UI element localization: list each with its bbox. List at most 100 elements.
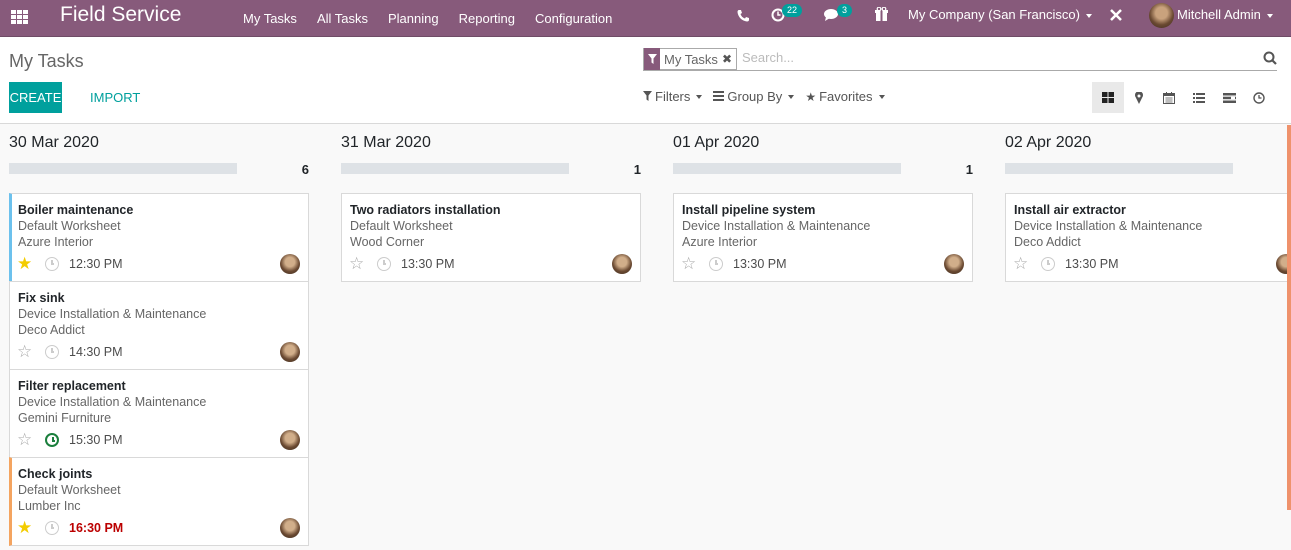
column-progress-bar[interactable] <box>673 163 901 174</box>
column-progress-bar[interactable] <box>9 163 237 174</box>
clock-icon <box>1253 91 1265 104</box>
activity-clock-icon[interactable] <box>45 345 59 359</box>
user-avatar[interactable] <box>1149 3 1174 28</box>
task-time: 13:30 PM <box>733 257 787 271</box>
assignee-avatar[interactable] <box>944 254 964 274</box>
import-button[interactable]: IMPORT <box>80 82 150 113</box>
task-customer: Azure Interior <box>682 235 758 249</box>
task-customer: Gemini Furniture <box>18 411 112 425</box>
star-icon: ★ <box>805 89 817 104</box>
task-worksheet: Default Worksheet <box>18 219 121 233</box>
menu-item-reporting[interactable]: Reporting <box>459 11 515 26</box>
kanban-icon <box>1102 92 1114 103</box>
calendar-view-button[interactable] <box>1154 82 1184 113</box>
facet-label: My Tasks <box>664 51 718 67</box>
activity-clock-icon[interactable] <box>377 257 391 271</box>
groupby-dropdown[interactable]: Group By <box>713 89 795 104</box>
activity-clock-icon[interactable] <box>709 257 723 271</box>
menu-item-configuration[interactable]: Configuration <box>535 11 612 26</box>
task-worksheet: Device Installation & Maintenance <box>18 395 207 409</box>
apps-menu-icon[interactable] <box>11 10 28 24</box>
chevron-down-icon <box>788 94 795 99</box>
column-title[interactable]: 02 Apr 2020 <box>1005 134 1091 152</box>
column-cards: Boiler maintenance Default Worksheet Azu… <box>9 193 309 546</box>
task-card[interactable]: Two radiators installation Default Works… <box>341 193 641 282</box>
menu-item-all-tasks[interactable]: All Tasks <box>317 11 368 26</box>
column-title[interactable]: 30 Mar 2020 <box>9 134 99 152</box>
favorites-label: Favorites <box>819 89 873 104</box>
search-options: Filters Group By ★ Favorites <box>643 89 896 104</box>
filters-label: Filters <box>655 89 691 104</box>
star-filled-icon[interactable]: ★ <box>17 255 32 272</box>
gift-icon[interactable] <box>875 6 888 24</box>
star-outline-icon[interactable]: ☆ <box>17 431 32 448</box>
groupby-label: Group By <box>727 89 783 104</box>
star-filled-icon[interactable]: ★ <box>17 519 32 536</box>
task-title: Fix sink <box>18 291 65 305</box>
page-title: My Tasks <box>9 51 84 71</box>
task-card[interactable]: Filter replacement Device Installation &… <box>9 369 309 458</box>
star-outline-icon[interactable]: ☆ <box>681 255 696 272</box>
task-customer: Azure Interior <box>18 235 94 249</box>
task-title: Install air extractor <box>1014 203 1126 217</box>
activity-view-button[interactable] <box>1244 82 1274 113</box>
assignee-avatar[interactable] <box>280 518 300 538</box>
search-input[interactable] <box>742 50 1242 65</box>
task-card[interactable]: Boiler maintenance Default Worksheet Azu… <box>9 193 309 282</box>
task-card[interactable]: Install pipeline system Device Installat… <box>673 193 973 282</box>
user-menu[interactable]: Mitchell Admin <box>1177 7 1273 22</box>
vertical-scrollbar[interactable] <box>1287 125 1291 510</box>
phone-icon[interactable] <box>737 9 749 25</box>
search-icon[interactable] <box>1263 51 1277 68</box>
assignee-avatar[interactable] <box>280 430 300 450</box>
remove-facet-icon[interactable]: ✖ <box>722 52 736 66</box>
messages-count-badge: 3 <box>837 4 853 17</box>
task-worksheet: Default Worksheet <box>18 483 121 497</box>
activity-clock-icon[interactable] <box>45 521 59 535</box>
search-bar: My Tasks ✖ <box>643 48 1277 71</box>
map-view-button[interactable] <box>1124 82 1154 113</box>
filters-dropdown[interactable]: Filters <box>643 89 703 104</box>
task-card[interactable]: Check joints Default Worksheet Lumber In… <box>9 457 309 546</box>
app-brand[interactable]: Field Service <box>60 3 181 27</box>
task-card[interactable]: Fix sink Device Installation & Maintenan… <box>9 281 309 370</box>
task-title: Two radiators installation <box>350 203 501 217</box>
task-worksheet: Device Installation & Maintenance <box>18 307 207 321</box>
menu-item-my-tasks[interactable]: My Tasks <box>243 11 297 26</box>
company-switcher[interactable]: My Company (San Francisco) <box>908 7 1092 22</box>
favorites-dropdown[interactable]: ★ Favorites <box>805 89 885 104</box>
list-view-button[interactable] <box>1184 82 1214 113</box>
task-card[interactable]: Install air extractor Device Installatio… <box>1005 193 1291 282</box>
assignee-avatar[interactable] <box>280 254 300 274</box>
task-worksheet: Device Installation & Maintenance <box>682 219 871 233</box>
star-outline-icon[interactable]: ☆ <box>17 343 32 360</box>
kanban-view-button[interactable] <box>1092 82 1124 113</box>
star-outline-icon[interactable]: ☆ <box>1013 255 1028 272</box>
star-outline-icon[interactable]: ☆ <box>349 255 364 272</box>
task-customer: Deco Addict <box>1014 235 1081 249</box>
menu-item-planning[interactable]: Planning <box>388 11 439 26</box>
bars-icon <box>713 90 725 104</box>
column-progress-bar[interactable] <box>341 163 569 174</box>
column-title[interactable]: 01 Apr 2020 <box>673 134 759 152</box>
control-panel: My Tasks CREATE IMPORT My Tasks ✖ Filter… <box>0 37 1291 124</box>
task-worksheet: Device Installation & Maintenance <box>1014 219 1203 233</box>
activity-clock-icon[interactable] <box>45 257 59 271</box>
activity-clock-icon[interactable] <box>1041 257 1055 271</box>
task-worksheet: Default Worksheet <box>350 219 453 233</box>
gantt-view-button[interactable] <box>1214 82 1244 113</box>
task-title: Filter replacement <box>18 379 126 393</box>
column-title[interactable]: 31 Mar 2020 <box>341 134 431 152</box>
column-cards: Two radiators installation Default Works… <box>341 193 641 282</box>
user-name: Mitchell Admin <box>1177 7 1261 22</box>
debug-tools-icon[interactable] <box>1109 8 1123 25</box>
activity-clock-icon[interactable] <box>45 433 59 447</box>
column-progress-bar[interactable] <box>1005 163 1233 174</box>
assignee-avatar[interactable] <box>280 342 300 362</box>
task-time: 16:30 PM <box>69 521 124 535</box>
task-title: Check joints <box>18 467 93 481</box>
assignee-avatar[interactable] <box>612 254 632 274</box>
chevron-down-icon <box>696 94 703 99</box>
column-cards: Install pipeline system Device Installat… <box>673 193 973 282</box>
create-button[interactable]: CREATE <box>9 82 62 113</box>
